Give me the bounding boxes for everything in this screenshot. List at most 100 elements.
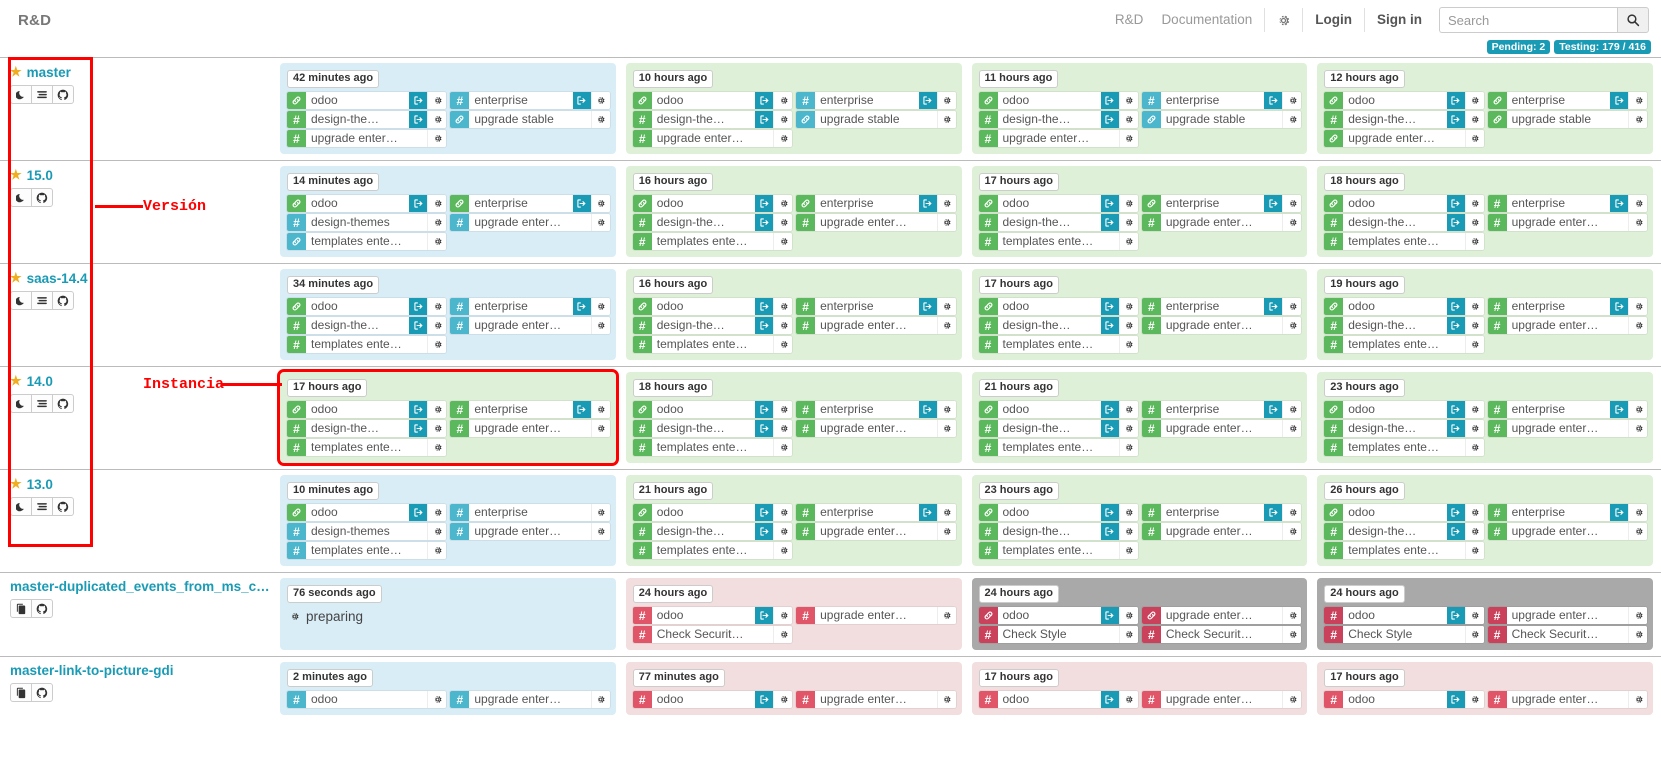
build-item[interactable]: # design-the…: [978, 317, 1138, 334]
build-item[interactable]: # upgrade enter…: [1141, 214, 1302, 231]
build-item[interactable]: # Check Securit…: [632, 626, 793, 643]
build-item[interactable]: # enterprise: [1487, 298, 1647, 315]
build-item[interactable]: # design-the…: [978, 523, 1138, 540]
build-item[interactable]: # design-the…: [632, 111, 793, 128]
build-item[interactable]: # upgrade enter…: [1141, 691, 1302, 708]
build-settings-gear-icon[interactable]: [427, 504, 447, 521]
build-item[interactable]: # templates ente…: [978, 233, 1138, 250]
build-settings-gear-icon[interactable]: [590, 214, 610, 231]
build-item[interactable]: # design-the…: [1324, 317, 1484, 334]
build-item[interactable]: # design-the…: [632, 523, 793, 540]
connect-icon[interactable]: [1100, 523, 1119, 540]
build-settings-gear-icon[interactable]: [427, 439, 447, 456]
build-item[interactable]: upgrade stable: [1487, 111, 1647, 128]
build-item[interactable]: # enterprise: [1487, 401, 1647, 418]
build-item[interactable]: upgrade stable: [1141, 111, 1302, 128]
build-card[interactable]: 23 hours ago odoo # design-the… # templates e…: [1317, 372, 1653, 463]
github-icon[interactable]: [52, 291, 74, 310]
build-settings-gear-icon[interactable]: [773, 420, 793, 437]
connect-icon[interactable]: [1100, 317, 1119, 334]
build-item[interactable]: # Check Securit…: [1141, 626, 1302, 643]
build-card[interactable]: 14 minutes ago odoo # design-themes template…: [280, 166, 616, 257]
build-settings-gear-icon[interactable]: [1282, 298, 1302, 315]
connect-icon[interactable]: [1100, 607, 1119, 624]
build-item[interactable]: # odoo: [1324, 691, 1484, 708]
build-settings-gear-icon[interactable]: [1464, 542, 1484, 559]
build-settings-gear-icon[interactable]: [1118, 336, 1138, 353]
build-item[interactable]: # enterprise: [796, 504, 956, 521]
build-card[interactable]: 10 minutes ago odoo # design-themes # templat…: [280, 475, 616, 566]
build-item[interactable]: # templates ente…: [978, 336, 1138, 353]
build-item[interactable]: # design-the…: [287, 317, 447, 334]
build-settings-gear-icon[interactable]: [1464, 420, 1484, 437]
connect-icon[interactable]: [918, 92, 937, 109]
build-item[interactable]: # upgrade enter…: [978, 130, 1138, 147]
build-settings-gear-icon[interactable]: [427, 233, 447, 250]
build-settings-gear-icon[interactable]: [1118, 691, 1138, 708]
build-item[interactable]: # upgrade enter…: [450, 523, 610, 540]
build-settings-gear-icon[interactable]: [773, 130, 793, 147]
build-item[interactable]: # odoo: [287, 691, 447, 708]
connect-icon[interactable]: [918, 401, 937, 418]
build-settings-gear-icon[interactable]: [773, 401, 793, 418]
build-item[interactable]: # templates ente…: [978, 439, 1138, 456]
build-item[interactable]: # design-the…: [287, 111, 447, 128]
list-icon[interactable]: [31, 394, 53, 413]
build-settings-gear-icon[interactable]: [590, 523, 610, 540]
build-settings-gear-icon[interactable]: [1628, 298, 1647, 315]
build-settings-gear-icon[interactable]: [773, 439, 793, 456]
build-settings-gear-icon[interactable]: [773, 317, 793, 334]
connect-icon[interactable]: [1264, 504, 1283, 521]
connect-icon[interactable]: [1100, 195, 1119, 212]
build-settings-gear-icon[interactable]: [1118, 298, 1138, 315]
build-settings-gear-icon[interactable]: [1464, 214, 1484, 231]
copy-icon[interactable]: [10, 599, 32, 618]
build-item[interactable]: # Check Style: [1324, 626, 1484, 643]
nav-link-rd[interactable]: R&D: [1106, 5, 1153, 35]
build-item[interactable]: odoo: [287, 504, 447, 521]
build-settings-gear-icon[interactable]: [1628, 111, 1647, 128]
build-item[interactable]: # enterprise: [796, 92, 956, 109]
github-icon[interactable]: [52, 497, 74, 516]
build-settings-gear-icon[interactable]: [1464, 401, 1484, 418]
build-item[interactable]: # enterprise: [1487, 195, 1647, 212]
build-settings-gear-icon[interactable]: [1282, 691, 1302, 708]
build-item[interactable]: # upgrade enter…: [450, 317, 610, 334]
connect-icon[interactable]: [1446, 298, 1465, 315]
build-settings-gear-icon[interactable]: [590, 401, 610, 418]
build-settings-gear-icon[interactable]: [427, 195, 447, 212]
build-settings-gear-icon[interactable]: [590, 504, 610, 521]
build-item[interactable]: odoo: [978, 401, 1138, 418]
login-link[interactable]: Login: [1306, 5, 1361, 35]
connect-icon[interactable]: [409, 504, 428, 521]
build-settings-gear-icon[interactable]: [1464, 92, 1484, 109]
moon-icon[interactable]: [10, 85, 32, 104]
build-card[interactable]: 42 minutes ago odoo # design-the… # upgrade e…: [280, 63, 616, 154]
build-settings-gear-icon[interactable]: [1118, 401, 1138, 418]
build-item[interactable]: # upgrade enter…: [796, 607, 956, 624]
connect-icon[interactable]: [755, 607, 774, 624]
connect-icon[interactable]: [1100, 401, 1119, 418]
build-settings-gear-icon[interactable]: [936, 607, 956, 624]
build-item[interactable]: # upgrade enter…: [1141, 523, 1302, 540]
build-settings-gear-icon[interactable]: [773, 504, 793, 521]
connect-icon[interactable]: [409, 401, 428, 418]
build-settings-gear-icon[interactable]: [590, 195, 610, 212]
build-item[interactable]: # templates ente…: [287, 542, 447, 559]
build-settings-gear-icon[interactable]: [1464, 336, 1484, 353]
build-card[interactable]: 16 hours ago odoo # design-the… # templates e…: [625, 166, 962, 257]
build-card[interactable]: 12 hours ago odoo # design-the… upgrade ente…: [1317, 63, 1653, 154]
build-item[interactable]: # design-themes: [287, 523, 447, 540]
build-item[interactable]: enterprise: [1141, 195, 1302, 212]
build-settings-gear-icon[interactable]: [936, 420, 956, 437]
star-icon[interactable]: ★: [10, 270, 22, 286]
build-item[interactable]: # enterprise: [450, 298, 610, 315]
build-item[interactable]: odoo: [1324, 195, 1484, 212]
connect-icon[interactable]: [755, 214, 774, 231]
connect-icon[interactable]: [755, 420, 774, 437]
connect-icon[interactable]: [572, 401, 591, 418]
build-item[interactable]: odoo: [632, 92, 793, 109]
build-item[interactable]: # upgrade enter…: [1487, 317, 1647, 334]
build-item[interactable]: # enterprise: [450, 504, 610, 521]
build-settings-gear-icon[interactable]: [1118, 111, 1138, 128]
